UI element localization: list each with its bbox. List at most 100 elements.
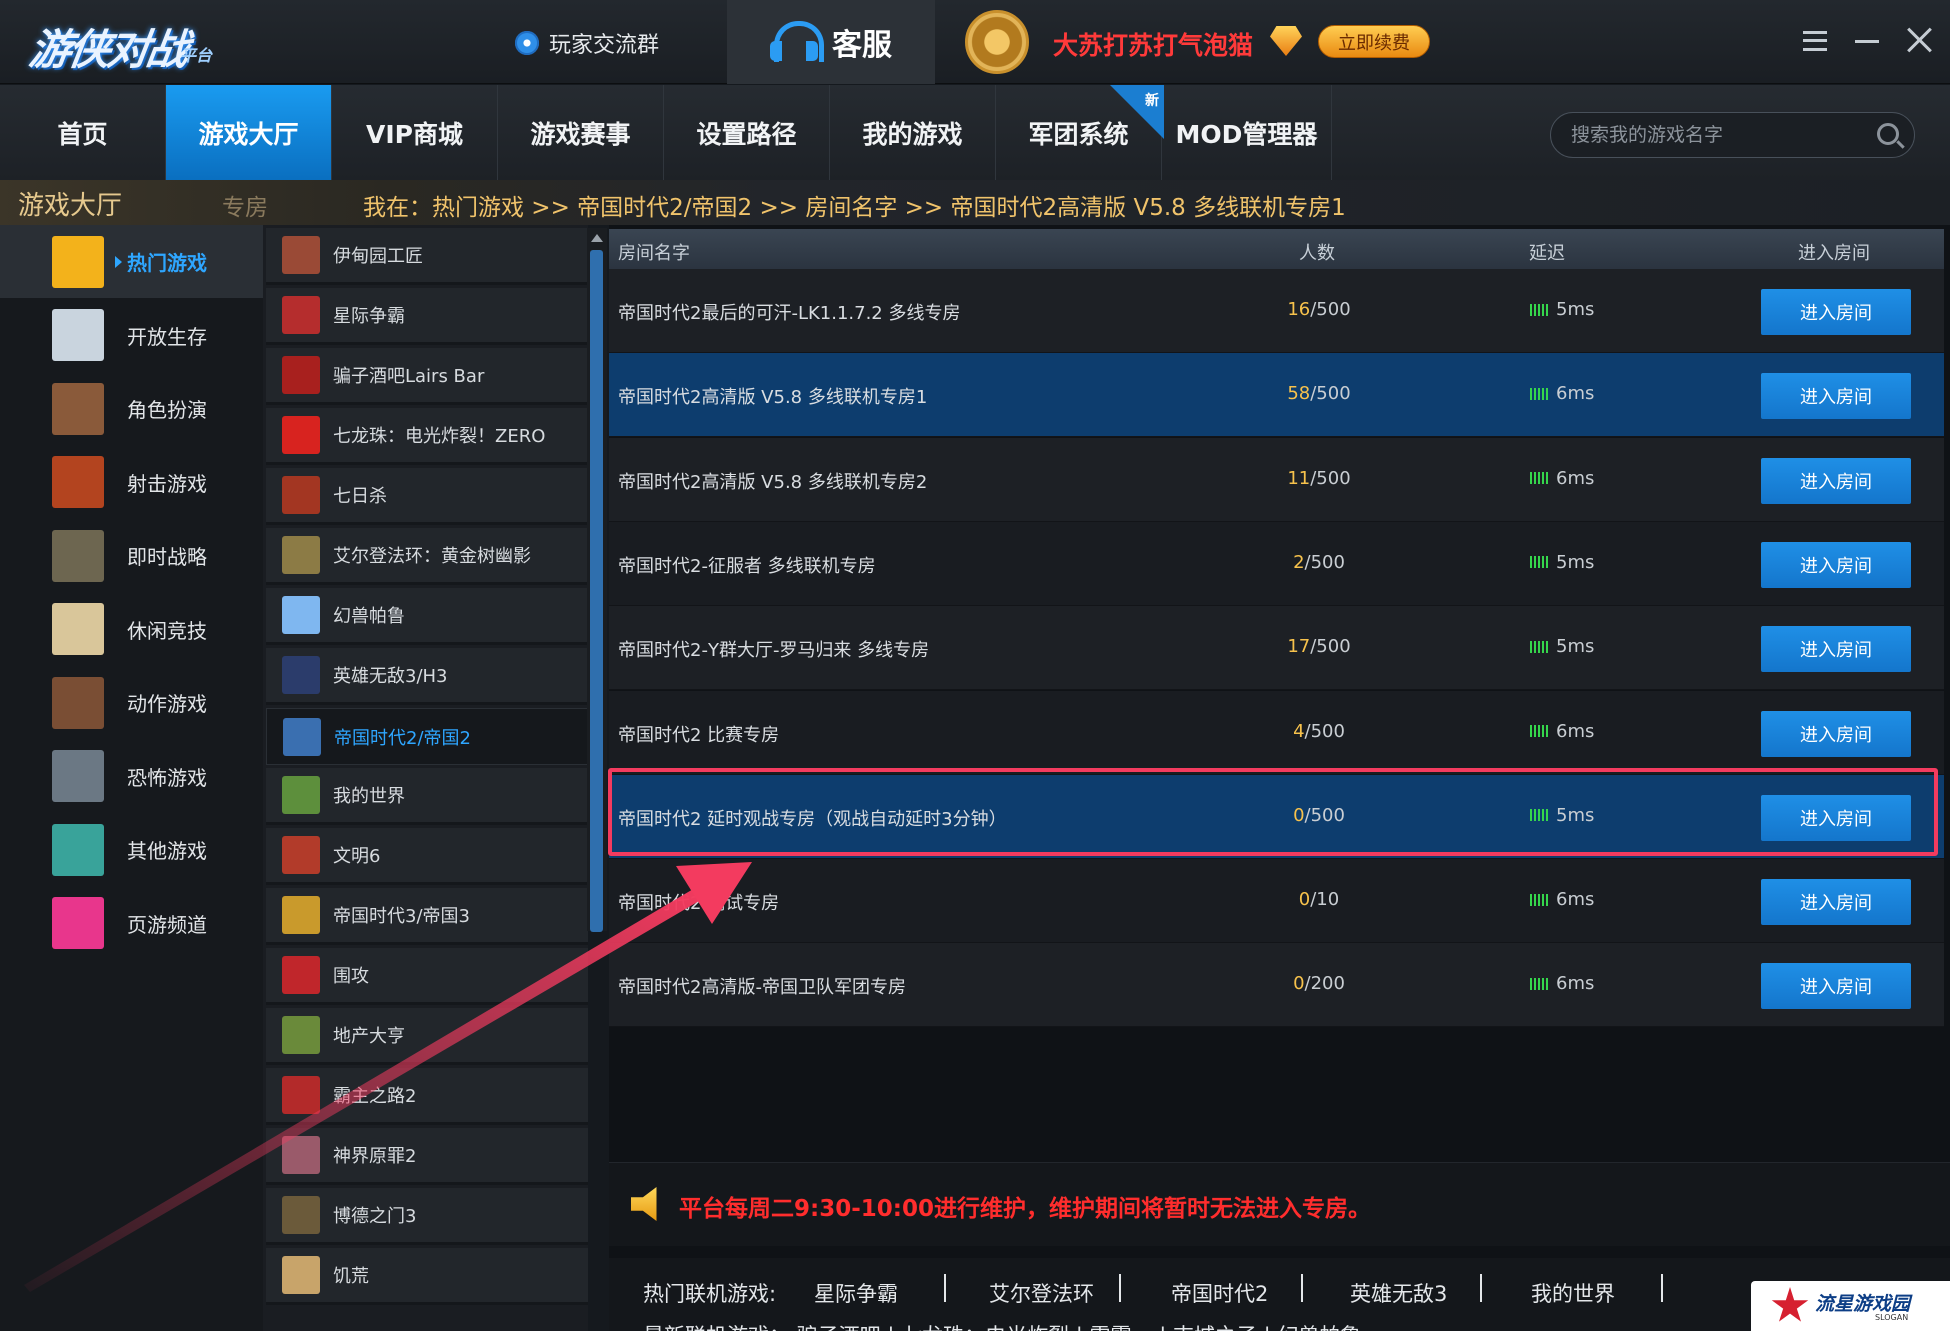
customer-service-label: 客服 bbox=[832, 28, 892, 63]
nav-tournaments[interactable]: 游戏赛事 bbox=[498, 85, 664, 180]
hot-link-separator bbox=[1301, 1274, 1303, 1302]
game-label: 星际争霸 bbox=[333, 306, 405, 327]
game-list-item[interactable]: 英雄无敌3/H3 bbox=[266, 648, 588, 705]
room-row[interactable]: 帝国时代2最后的可汗-LK1.1.7.2 多线专房 16/500 5ms 进入房间 bbox=[609, 269, 1944, 353]
room-name: 帝国时代2 比赛专房 bbox=[618, 724, 780, 746]
game-list-item[interactable]: 帝国时代2/帝国2 bbox=[266, 708, 588, 765]
room-current-count: 17 bbox=[1287, 636, 1311, 658]
player-group-link[interactable]: 玩家交流群 bbox=[515, 26, 659, 60]
app-logo: 游侠对战 平台 bbox=[26, 10, 240, 74]
hall-tab[interactable]: 游戏大厅 bbox=[18, 185, 122, 222]
bullet-icon bbox=[52, 456, 104, 508]
category-label: 恐怖游戏 bbox=[127, 765, 207, 790]
room-row[interactable]: 帝国时代2-Y群大厅-罗马归来 多线专房 17/500 5ms 进入房间 bbox=[609, 606, 1944, 691]
game-list-item[interactable]: 星际争霸 bbox=[266, 288, 588, 345]
game-list-item[interactable]: 七日杀 bbox=[266, 468, 588, 525]
game-list-item[interactable]: 我的世界 bbox=[266, 768, 588, 825]
customer-service-button[interactable]: 客服 bbox=[727, 0, 935, 84]
enter-room-button[interactable]: 进入房间 bbox=[1761, 626, 1911, 673]
close-icon[interactable] bbox=[1905, 26, 1933, 54]
username[interactable]: 大苏打苏打气泡猫 bbox=[1053, 26, 1253, 62]
category-item[interactable]: 射击游戏 bbox=[0, 446, 263, 519]
scroll-thumb[interactable] bbox=[590, 250, 603, 932]
enter-room-button[interactable]: 进入房间 bbox=[1761, 963, 1911, 1010]
player-group-label: 玩家交流群 bbox=[549, 33, 660, 58]
room-max-count: /10 bbox=[1310, 889, 1340, 911]
room-current-count: 58 bbox=[1287, 383, 1311, 405]
room-current-count: 11 bbox=[1287, 467, 1311, 489]
game-list-item[interactable]: 幻兽帕鲁 bbox=[266, 588, 588, 645]
nav-my-games[interactable]: 我的游戏 bbox=[830, 85, 996, 180]
game-list-item[interactable]: 文明6 bbox=[266, 828, 588, 885]
game-list-item[interactable]: 骗子酒吧Lairs Bar bbox=[266, 348, 588, 405]
enter-room-button[interactable]: 进入房间 bbox=[1761, 879, 1911, 926]
game-list-item[interactable]: 饥荒 bbox=[266, 1248, 588, 1305]
vip-diamond-icon bbox=[1270, 26, 1302, 56]
nav-mod-manager[interactable]: MOD管理器 bbox=[1162, 85, 1332, 180]
game-list-item[interactable]: 七龙珠：电光炸裂！ZERO bbox=[266, 408, 588, 465]
category-item[interactable]: 热门游戏 bbox=[0, 225, 263, 298]
category-item[interactable]: 角色扮演 bbox=[0, 372, 263, 445]
game-list-item[interactable]: 伊甸园工匠 bbox=[266, 228, 588, 285]
room-current-count: 2 bbox=[1293, 551, 1305, 573]
room-row[interactable]: 帝国时代2 测试专房 0/10 6ms 进入房间 bbox=[609, 859, 1944, 944]
scroll-up-icon[interactable] bbox=[591, 234, 603, 242]
game-list-item[interactable]: 地产大亨 bbox=[266, 1008, 588, 1065]
room-row[interactable]: 帝国时代2高清版 V5.8 多线联机专房1 58/500 6ms 进入房间 bbox=[609, 353, 1944, 438]
category-label: 休闲竞技 bbox=[127, 618, 207, 643]
game-list-item[interactable]: 艾尔登法环：黄金树幽影 bbox=[266, 528, 588, 585]
room-row[interactable]: 帝国时代2高清版-帝国卫队军团专房 0/200 6ms 进入房间 bbox=[609, 943, 1944, 1028]
room-row[interactable]: 帝国时代2-征服者 多线联机专房 2/500 5ms 进入房间 bbox=[609, 521, 1944, 606]
monitor-icon bbox=[52, 823, 104, 876]
minimize-icon[interactable] bbox=[1855, 40, 1879, 43]
hot-game-link[interactable]: 星际争霸 bbox=[814, 1278, 898, 1308]
category-item[interactable]: 其他游戏 bbox=[0, 813, 263, 886]
category-item[interactable]: 页游频道 bbox=[0, 887, 263, 960]
ghost-icon bbox=[52, 750, 104, 802]
avatar[interactable] bbox=[965, 10, 1029, 74]
logo-text: 游侠对战 bbox=[26, 25, 190, 74]
room-name: 帝国时代2高清版 V5.8 多线联机专房2 bbox=[618, 471, 928, 493]
enter-room-button[interactable]: 进入房间 bbox=[1761, 373, 1911, 420]
game-icon bbox=[282, 1256, 320, 1294]
search-icon[interactable] bbox=[1877, 123, 1899, 145]
game-icon bbox=[282, 836, 320, 874]
game-list-scrollbar[interactable] bbox=[587, 228, 607, 932]
renew-button[interactable]: 立即续费 bbox=[1318, 25, 1430, 58]
search-input[interactable] bbox=[1571, 121, 1861, 149]
category-item[interactable]: 动作游戏 bbox=[0, 666, 263, 739]
game-icon bbox=[282, 1016, 320, 1054]
game-icon bbox=[282, 236, 320, 274]
enter-room-button[interactable]: 进入房间 bbox=[1761, 289, 1911, 335]
nav-vip-shop[interactable]: VIP商城 bbox=[332, 85, 498, 180]
game-list-item[interactable]: 帝国时代3/帝国3 bbox=[266, 888, 588, 945]
enter-room-button[interactable]: 进入房间 bbox=[1761, 710, 1911, 757]
category-item[interactable]: 即时战略 bbox=[0, 519, 263, 592]
hot-game-link[interactable]: 艾尔登法环 bbox=[989, 1278, 1094, 1308]
hot-game-link[interactable]: 我的世界 bbox=[1531, 1278, 1615, 1308]
game-list-item[interactable]: 神界原罪2 bbox=[266, 1128, 588, 1185]
menu-icon[interactable] bbox=[1803, 31, 1827, 51]
chess-knight-icon bbox=[52, 603, 104, 655]
room-row[interactable]: 帝国时代2 比赛专房 4/500 6ms 进入房间 bbox=[609, 690, 1944, 775]
category-item[interactable]: 休闲竞技 bbox=[0, 593, 263, 666]
category-item[interactable]: 开放生存 bbox=[0, 299, 263, 372]
hot-game-link[interactable]: 帝国时代2 bbox=[1171, 1278, 1268, 1308]
warrior-icon bbox=[52, 382, 104, 435]
room-current-count: 0 bbox=[1298, 889, 1311, 911]
category-item[interactable]: 恐怖游戏 bbox=[0, 740, 263, 813]
enter-room-button[interactable]: 进入房间 bbox=[1761, 541, 1911, 588]
private-room-tab[interactable]: 专房 bbox=[222, 188, 268, 222]
hot-link-separator bbox=[1661, 1274, 1663, 1302]
nav-set-path[interactable]: 设置路径 bbox=[664, 85, 830, 180]
nav-home[interactable]: 首页 bbox=[0, 85, 166, 180]
nav-game-hall[interactable]: 游戏大厅 bbox=[166, 85, 332, 180]
hot-game-link[interactable]: 英雄无敌3 bbox=[1350, 1278, 1447, 1308]
game-list-item[interactable]: 博德之门3 bbox=[266, 1188, 588, 1245]
room-row[interactable]: 帝国时代2高清版 V5.8 多线联机专房2 11/500 6ms 进入房间 bbox=[609, 437, 1944, 522]
enter-room-button[interactable]: 进入房间 bbox=[1761, 457, 1911, 504]
room-player-count: 2/500 bbox=[1249, 552, 1389, 573]
game-list-item[interactable]: 霸主之路2 bbox=[266, 1068, 588, 1125]
game-list-item[interactable]: 围攻 bbox=[266, 948, 588, 1005]
room-max-count: /500 bbox=[1304, 551, 1345, 573]
